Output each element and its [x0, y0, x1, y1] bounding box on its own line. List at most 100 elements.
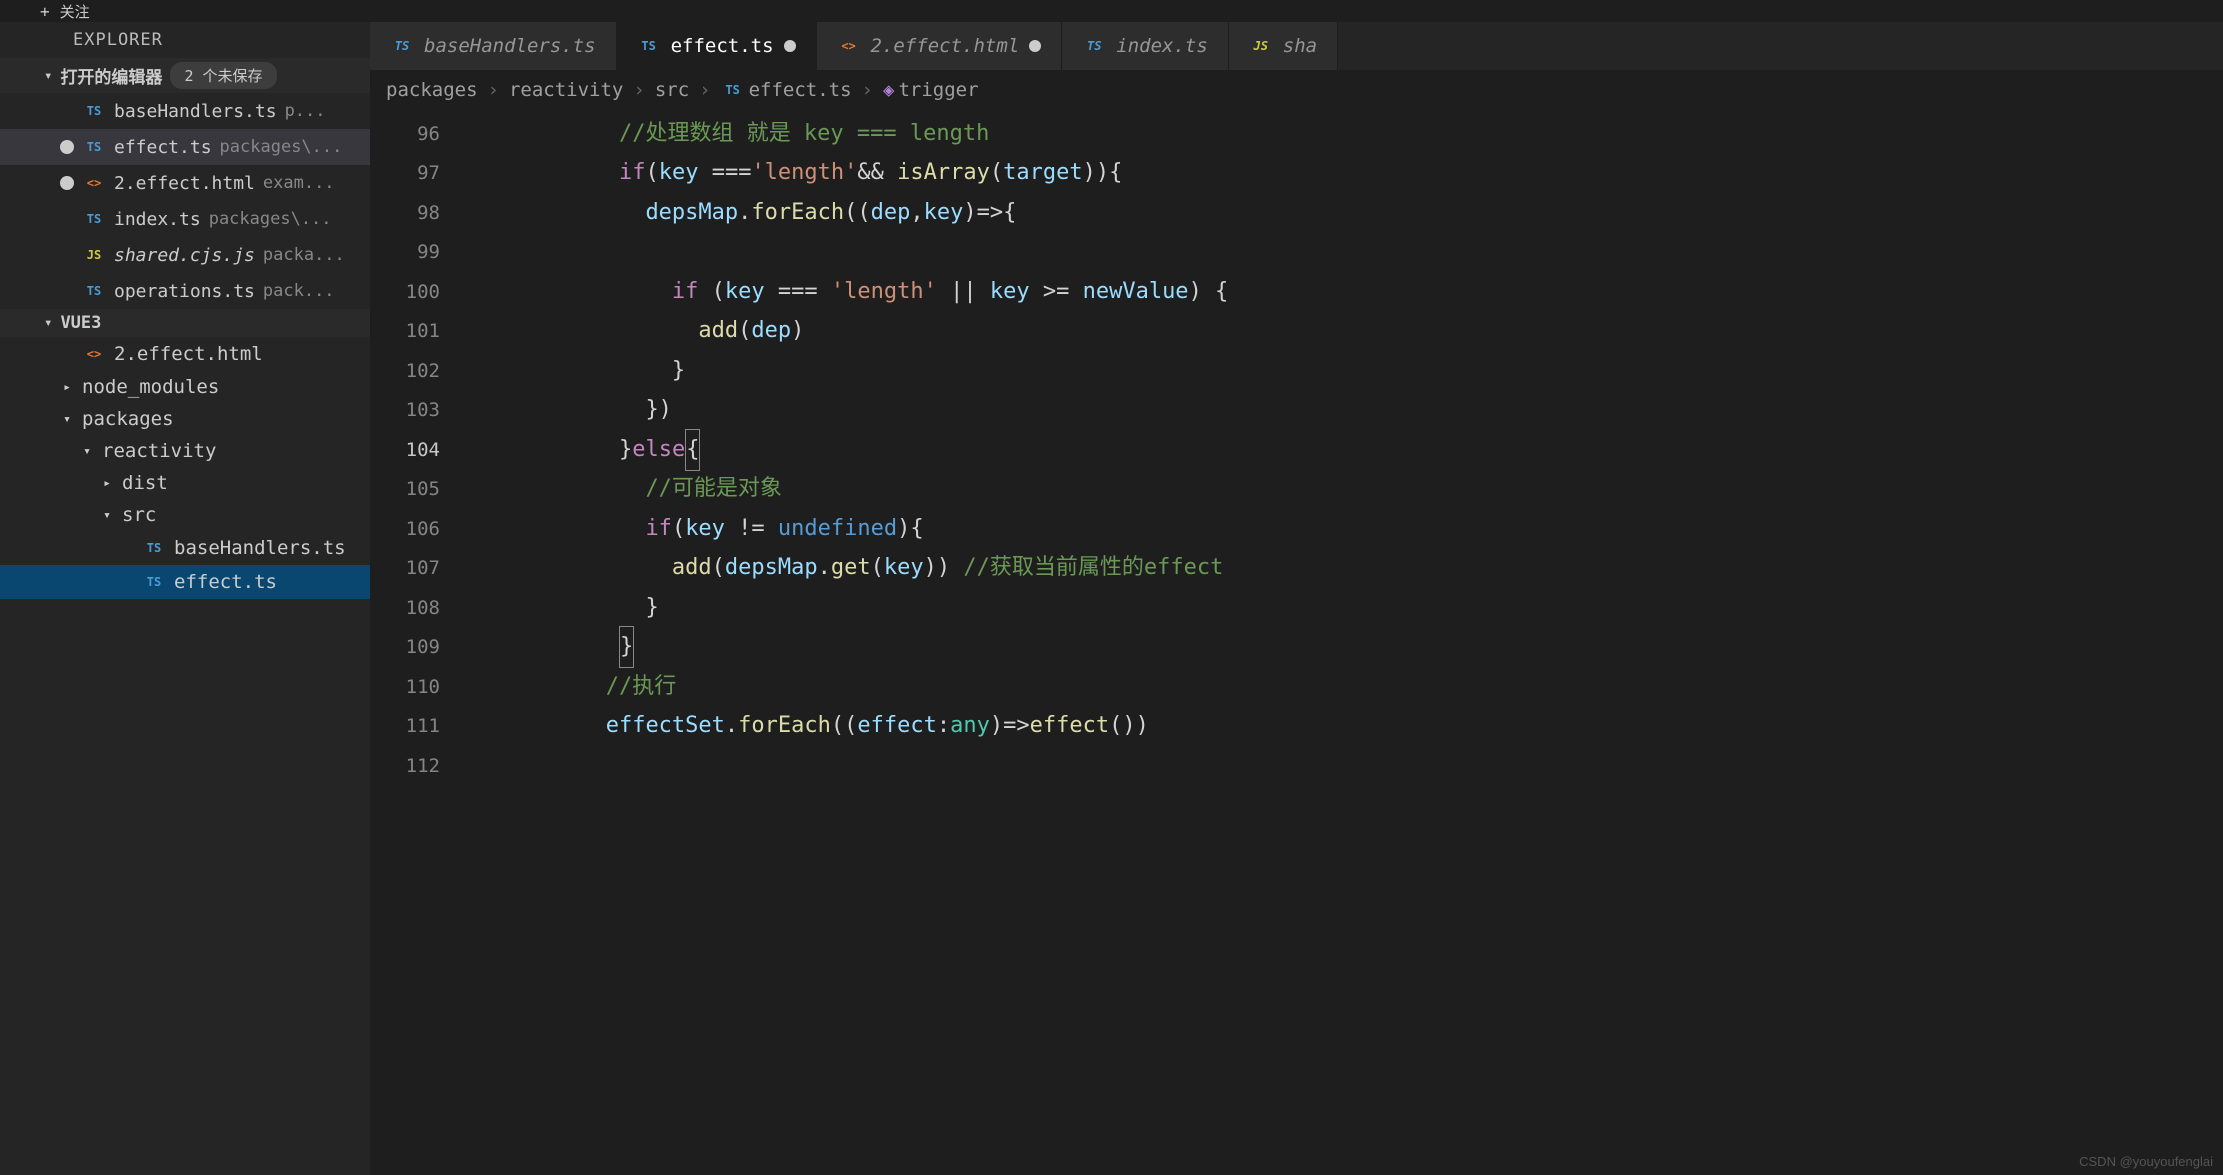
- tree-item[interactable]: TS effect.ts: [0, 565, 370, 599]
- tree-item-label: effect.ts: [174, 571, 277, 593]
- file-type-icon: TS: [82, 135, 106, 159]
- editor-tab[interactable]: JSsha: [1229, 22, 1338, 70]
- open-editor-item[interactable]: TS effect.ts packages\...: [0, 129, 370, 165]
- file-type-icon: TS: [142, 570, 166, 594]
- tree-item[interactable]: ▾reactivity: [0, 435, 370, 467]
- code-line[interactable]: }: [460, 628, 2223, 668]
- editor-tab[interactable]: TSeffect.ts: [617, 22, 817, 70]
- chevron-icon: ▸: [60, 380, 74, 395]
- file-name: effect.ts: [114, 137, 212, 158]
- editor-tab[interactable]: <> 2.effect.html: [817, 22, 1063, 70]
- line-number: 103: [370, 391, 440, 431]
- code-line[interactable]: depsMap.forEach((dep,key)=>{: [460, 193, 2223, 233]
- line-number: 108: [370, 588, 440, 628]
- breadcrumb[interactable]: packages › reactivity › src › TSeffect.ts › ◈tri…: [370, 70, 2223, 110]
- code-line[interactable]: }: [460, 588, 2223, 628]
- tab-label: baseHandlers.ts: [424, 35, 596, 57]
- open-editors-list: TS baseHandlers.ts p... TS effect.ts packages…: [0, 93, 370, 309]
- file-type-icon: JS: [1249, 34, 1273, 58]
- add-icon[interactable]: +: [40, 2, 50, 21]
- line-number: 111: [370, 707, 440, 747]
- file-path: packa...: [263, 245, 345, 265]
- modified-dot-icon: [60, 176, 74, 190]
- file-path: pack...: [263, 281, 335, 301]
- editor-area: TSbaseHandlers.tsTSeffect.ts<>2.effect.h…: [370, 22, 2223, 1175]
- file-path: packages\...: [209, 209, 332, 229]
- file-type-icon: <>: [837, 34, 861, 58]
- file-type-icon: TS: [82, 279, 106, 303]
- file-path: p...: [285, 101, 326, 121]
- symbol-icon: ◈: [883, 79, 894, 101]
- open-editor-item[interactable]: <>2.effect.htmlexam...: [0, 165, 370, 201]
- line-number: 96: [370, 114, 440, 154]
- tree-item[interactable]: ▸dist: [0, 467, 370, 499]
- line-number: 105: [370, 470, 440, 510]
- open-editor-item[interactable]: TSoperations.tspack...: [0, 273, 370, 309]
- code-line[interactable]: if(key != undefined){: [460, 509, 2223, 549]
- tree-item-label: src: [122, 504, 156, 526]
- code-line[interactable]: add(dep): [460, 312, 2223, 352]
- file-name: shared.cjs.js: [114, 245, 255, 266]
- code-line[interactable]: [460, 746, 2223, 786]
- open-editor-item[interactable]: JSshared.cjs.jspacka...: [0, 237, 370, 273]
- breadcrumb-part[interactable]: trigger: [898, 79, 978, 101]
- line-number: 99: [370, 233, 440, 273]
- tab-label: 2.effect.html: [871, 35, 1020, 57]
- file-path: packages\...: [220, 137, 343, 157]
- editor-tabs: TS baseHandlers.ts TSeffect.ts <> 2.effect.h…: [370, 22, 2223, 70]
- code-line[interactable]: if(key ==='length'&& isArray(target)){: [460, 154, 2223, 194]
- code-line[interactable]: effectSet.forEach((effect:any)=>effect()…: [460, 707, 2223, 747]
- code-line[interactable]: if (key === 'length' || key >= newValue)…: [460, 272, 2223, 312]
- chevron-right-icon: ›: [862, 79, 873, 101]
- chevron-icon: ▾: [100, 508, 114, 523]
- open-editor-item[interactable]: TSbaseHandlers.tsp...: [0, 93, 370, 129]
- main-layout: EXPLORER ▾ 打开的编辑器 2 个未保存 TSbaseHandlers.…: [0, 22, 2223, 1175]
- file-name: baseHandlers.ts: [114, 101, 277, 122]
- line-number: 109: [370, 628, 440, 668]
- tree-item-label: packages: [82, 408, 174, 430]
- code-line[interactable]: add(depsMap.get(key)) //获取当前属性的effect: [460, 549, 2223, 589]
- unsaved-badge: 2 个未保存: [170, 62, 276, 89]
- project-header[interactable]: ▾ VUE3: [0, 309, 370, 337]
- file-type-icon: TS: [390, 34, 414, 58]
- follow-button[interactable]: 关注: [60, 1, 90, 22]
- chevron-right-icon: ›: [488, 79, 499, 101]
- open-editor-item[interactable]: TSindex.tspackages\...: [0, 201, 370, 237]
- line-number: 100: [370, 272, 440, 312]
- code-line[interactable]: }else{: [460, 430, 2223, 470]
- file-tree: <>2.effect.html▸node_modules▾packages▾re…: [0, 337, 370, 599]
- open-editors-header[interactable]: ▾ 打开的编辑器 2 个未保存: [0, 58, 370, 93]
- tree-item[interactable]: TSbaseHandlers.ts: [0, 531, 370, 565]
- code-line[interactable]: //执行: [460, 667, 2223, 707]
- tree-item[interactable]: ▸node_modules: [0, 371, 370, 403]
- tree-item[interactable]: ▾packages: [0, 403, 370, 435]
- tree-item-label: dist: [122, 472, 168, 494]
- file-type-icon: <>: [82, 342, 106, 366]
- line-number: 98: [370, 193, 440, 233]
- line-number: 107: [370, 549, 440, 589]
- file-type-icon: TS: [1082, 34, 1106, 58]
- breadcrumb-part[interactable]: reactivity: [509, 79, 623, 101]
- code-area[interactable]: 9697989910010110210310410510610710810911…: [370, 110, 2223, 1175]
- tree-item-label: baseHandlers.ts: [174, 537, 346, 559]
- breadcrumb-part[interactable]: effect.ts: [749, 79, 852, 101]
- file-type-icon: TS: [721, 78, 745, 102]
- project-name: VUE3: [60, 313, 101, 333]
- code-line[interactable]: //可能是对象: [460, 470, 2223, 510]
- code-line[interactable]: }): [460, 391, 2223, 431]
- sidebar: EXPLORER ▾ 打开的编辑器 2 个未保存 TSbaseHandlers.…: [0, 22, 370, 1175]
- editor-tab[interactable]: TS index.ts: [1062, 22, 1229, 70]
- tree-item[interactable]: ▾ src: [0, 499, 370, 531]
- breadcrumb-part[interactable]: src: [655, 79, 689, 101]
- code-content[interactable]: //处理数组 就是 key === length if(key ==='leng…: [460, 110, 2223, 1175]
- chevron-right-icon: ›: [633, 79, 644, 101]
- code-line[interactable]: [460, 233, 2223, 273]
- tree-item[interactable]: <>2.effect.html: [0, 337, 370, 371]
- code-line[interactable]: }: [460, 351, 2223, 391]
- chevron-right-icon: ›: [699, 79, 710, 101]
- breadcrumb-part[interactable]: packages: [386, 79, 478, 101]
- chevron-down-icon: ▾: [44, 315, 52, 331]
- editor-tab[interactable]: TS baseHandlers.ts: [370, 22, 617, 70]
- tab-label: index.ts: [1116, 35, 1208, 57]
- code-line[interactable]: //处理数组 就是 key === length: [460, 114, 2223, 154]
